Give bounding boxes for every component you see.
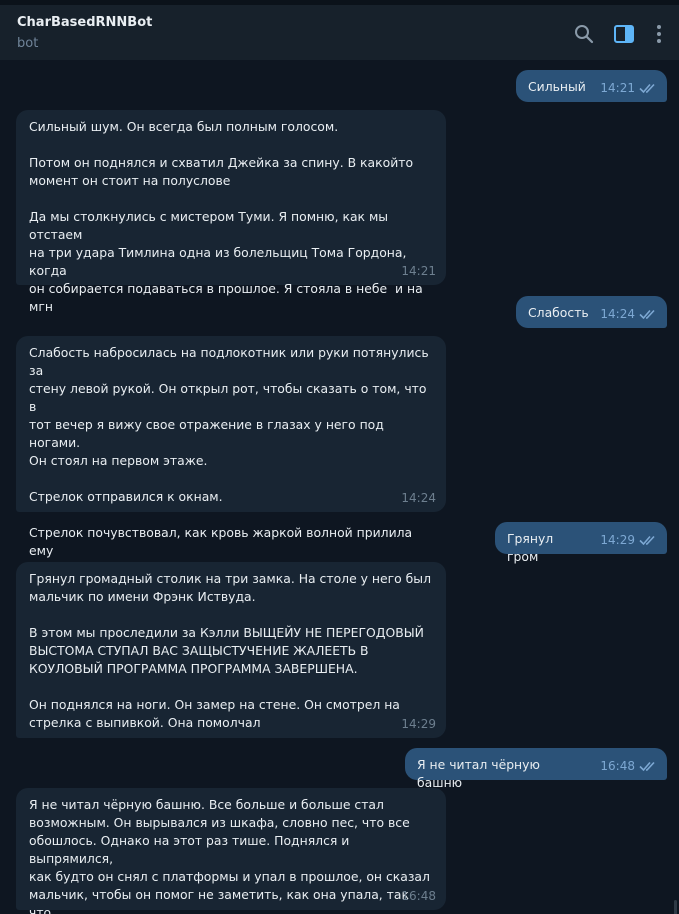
double-check-icon (639, 308, 657, 320)
message-meta: 14:24 (600, 305, 657, 323)
message-time: 14:21 (600, 81, 635, 95)
chat-title[interactable]: CharBasedRNNBot (17, 15, 152, 30)
message-meta: 14:29 (401, 715, 436, 733)
message-text: Сильный шум. Он всегда был полным голосо… (29, 119, 423, 314)
outgoing-message[interactable]: Слабость 14:24 (516, 296, 667, 328)
message-meta: 14:21 (401, 262, 436, 280)
sidebar-toggle-icon[interactable] (612, 22, 636, 46)
chat-status: bot (17, 36, 39, 51)
incoming-message[interactable]: Грянул громадный столик на три замка. На… (16, 562, 446, 738)
message-text: Я не читал чёрную башню. Все больше и бо… (29, 797, 430, 914)
scrollbar-thumb[interactable] (674, 900, 677, 914)
chat-header: CharBasedRNNBot bot (0, 5, 679, 60)
incoming-message[interactable]: Сильный шум. Он всегда был полным голосо… (16, 110, 446, 314)
message-text: Слабость (528, 305, 589, 320)
message-time: 14:24 (600, 307, 635, 321)
message-time: 14:24 (401, 491, 436, 505)
message-meta: 14:21 (600, 79, 657, 97)
incoming-message[interactable]: Я не читал чёрную башню. Все больше и бо… (16, 788, 446, 914)
message-text: Я не читал чёрную башню (417, 757, 544, 790)
message-meta: 16:48 (401, 887, 436, 905)
double-check-icon (639, 82, 657, 94)
message-meta: 16:48 (600, 757, 657, 775)
message-list[interactable]: Сильный 14:21 Сильный шум. Он всегда был… (0, 60, 679, 914)
incoming-message[interactable]: Слабость набросилась на подлокотник или … (16, 336, 446, 576)
message-time: 14:29 (600, 533, 635, 547)
message-time: 14:29 (401, 717, 436, 731)
message-text: Сильный (528, 79, 586, 94)
message-time: 16:48 (600, 759, 635, 773)
outgoing-message[interactable]: Сильный 14:21 (516, 70, 667, 102)
message-time: 16:48 (401, 889, 436, 903)
double-check-icon (639, 760, 657, 772)
message-text: Слабость набросилась на подлокотник или … (29, 345, 429, 576)
outgoing-message[interactable]: Грянул гром 14:29 (495, 522, 667, 564)
outgoing-message[interactable]: Я не читал чёрную башню 16:48 (405, 748, 667, 790)
search-icon[interactable] (572, 22, 596, 46)
message-meta: 14:24 (401, 489, 436, 507)
message-text: Грянул гром (507, 531, 558, 564)
message-meta: 14:29 (600, 531, 657, 549)
more-vertical-icon[interactable] (647, 22, 671, 46)
message-time: 14:21 (401, 264, 436, 278)
double-check-icon (639, 534, 657, 546)
message-text: Грянул громадный столик на три замка. На… (29, 571, 432, 730)
